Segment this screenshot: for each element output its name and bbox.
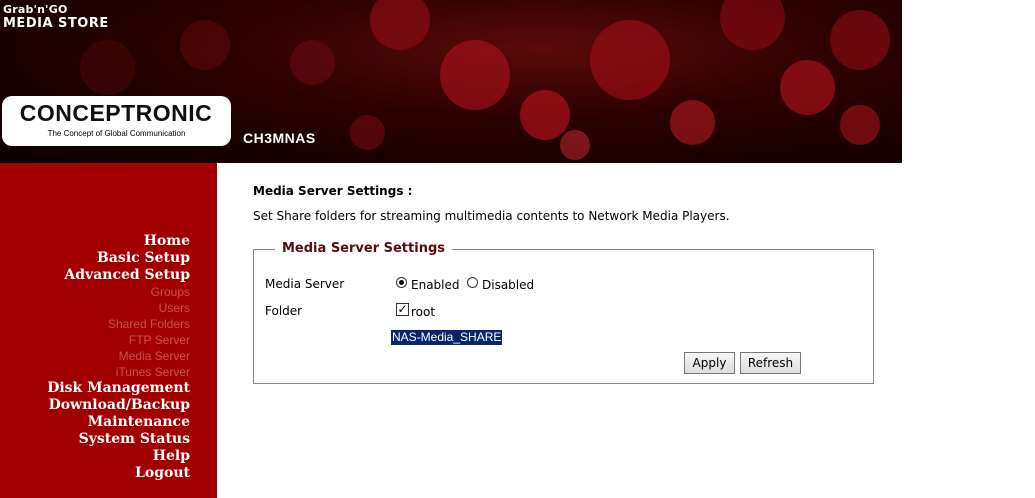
media-server-settings-box: Media Server Settings Media Server Enabl… xyxy=(253,241,874,384)
sidebar-item-basic-setup[interactable]: Basic Setup xyxy=(47,250,190,267)
root-folder-checkbox[interactable]: ✓ xyxy=(396,303,409,316)
brand-tagline: The Concept of Global Communication xyxy=(47,129,186,138)
sidebar-subitem-ftp-server[interactable]: FTP Server xyxy=(47,332,190,348)
sidebar-subitem-groups[interactable]: Groups xyxy=(47,284,190,300)
sidebar: Home Basic Setup Advanced Setup Groups U… xyxy=(0,163,217,498)
sidebar-item-home[interactable]: Home xyxy=(47,233,190,250)
media-server-label: Media Server xyxy=(265,277,345,291)
sidebar-item-logout[interactable]: Logout xyxy=(47,465,190,482)
sidebar-subitem-shared-folders[interactable]: Shared Folders xyxy=(47,316,190,332)
sidebar-subitem-media-server[interactable]: Media Server xyxy=(47,348,190,364)
sidebar-item-help[interactable]: Help xyxy=(47,448,190,465)
apply-button[interactable]: Apply xyxy=(684,352,735,374)
store-logo-line1: Grab'n'GO xyxy=(3,3,68,16)
sidebar-item-disk-management[interactable]: Disk Management xyxy=(47,380,190,397)
enabled-radio[interactable] xyxy=(396,277,407,288)
enabled-radio-label[interactable]: Enabled xyxy=(411,278,460,292)
header-banner: Grab'n'GO MEDIA STORE CONCEPTRONIC The C… xyxy=(0,0,902,163)
root-folder-label[interactable]: root xyxy=(411,305,435,319)
sidebar-subitem-itunes-server[interactable]: iTunes Server xyxy=(47,364,190,380)
sidebar-nav: Home Basic Setup Advanced Setup Groups U… xyxy=(47,233,190,482)
settings-box-legend: Media Server Settings xyxy=(275,241,452,256)
page-description: Set Share folders for streaming multimed… xyxy=(253,209,730,223)
sidebar-item-download-backup[interactable]: Download/Backup xyxy=(47,397,190,414)
disabled-radio-label[interactable]: Disabled xyxy=(482,278,534,292)
sidebar-item-system-status[interactable]: System Status xyxy=(47,431,190,448)
disabled-radio[interactable] xyxy=(467,277,478,288)
sidebar-item-maintenance[interactable]: Maintenance xyxy=(47,414,190,431)
brand-name: CONCEPTRONIC xyxy=(19,100,213,126)
sidebar-subitem-users[interactable]: Users xyxy=(47,300,190,316)
store-logo-line2: MEDIA STORE xyxy=(3,16,109,31)
share-folder-name[interactable]: NAS-Media_SHARE xyxy=(391,330,503,345)
folder-label: Folder xyxy=(265,304,303,318)
device-model: CH3MNAS xyxy=(243,130,316,146)
refresh-button[interactable]: Refresh xyxy=(740,352,801,374)
brand-logo: CONCEPTRONIC The Concept of Global Commu… xyxy=(2,96,231,146)
sidebar-item-advanced-setup[interactable]: Advanced Setup xyxy=(47,267,190,284)
main-content: Media Server Settings : Set Share folder… xyxy=(253,180,893,384)
store-logo: Grab'n'GO MEDIA STORE xyxy=(3,3,109,31)
page-title: Media Server Settings : xyxy=(253,184,413,198)
